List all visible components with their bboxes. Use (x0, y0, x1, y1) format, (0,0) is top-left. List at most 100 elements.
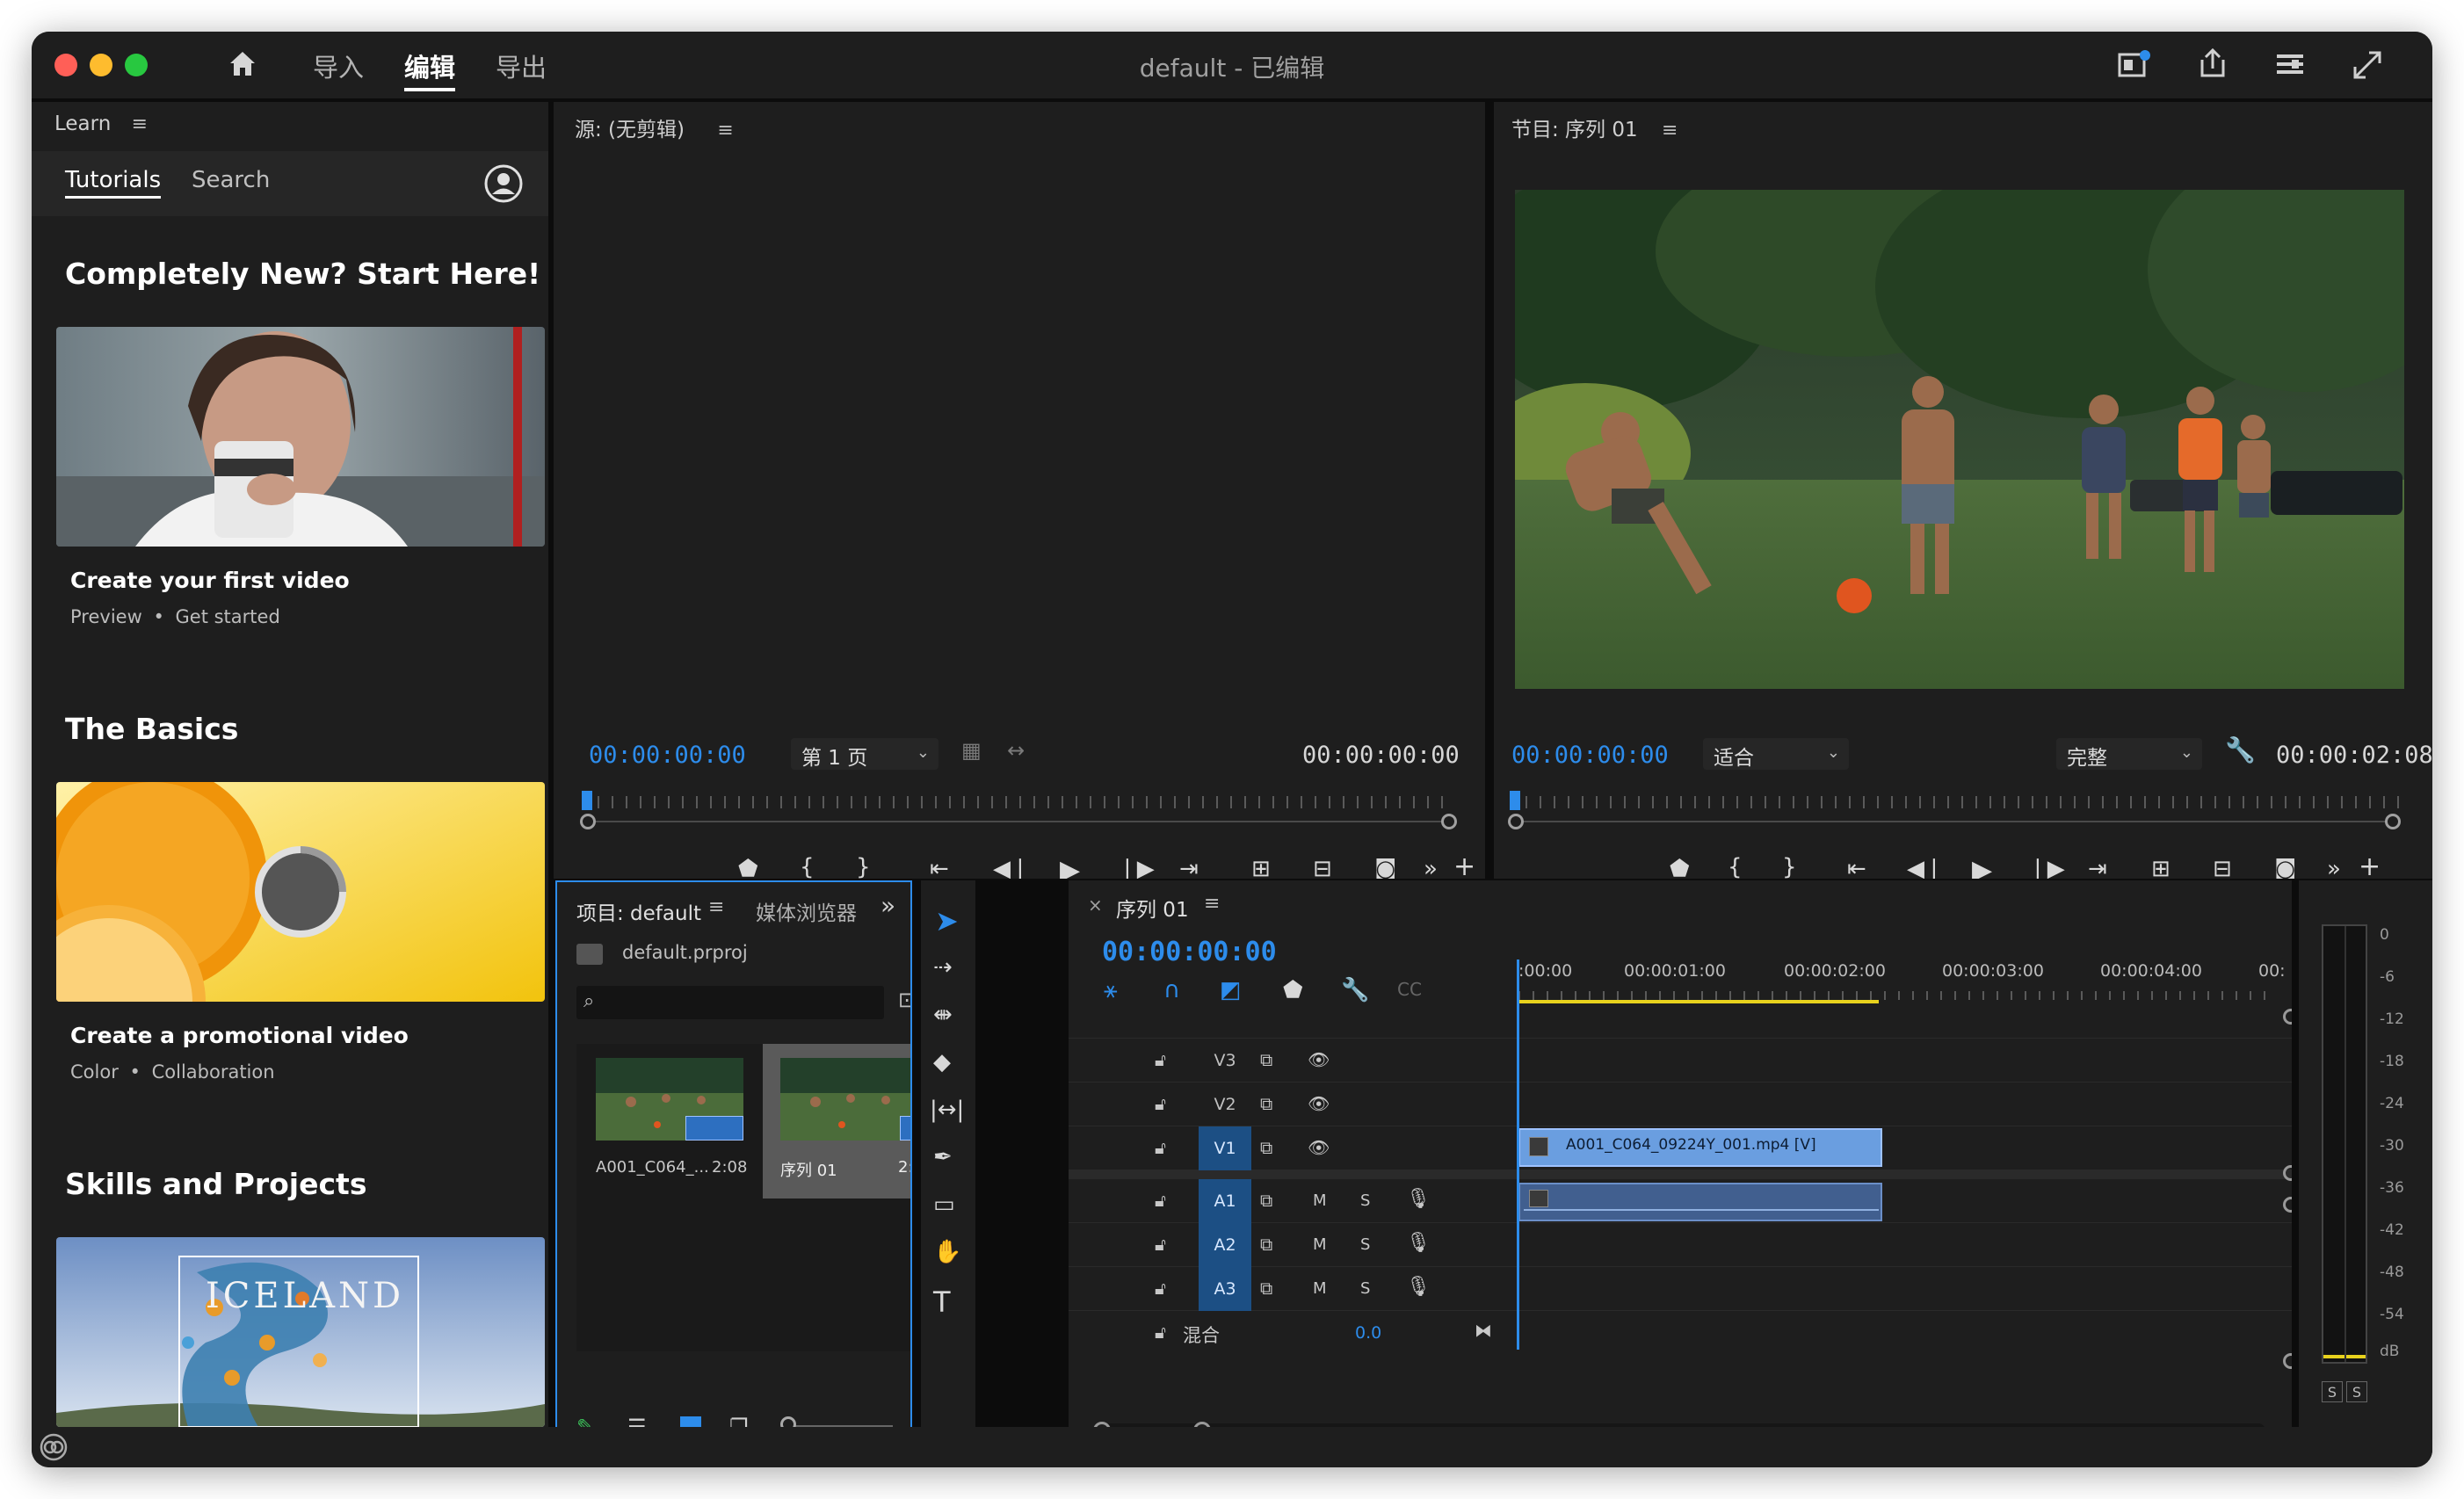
go-to-in-icon[interactable]: ⇤ (1847, 858, 1866, 879)
sync-lock-icon[interactable]: ⧉ (1260, 1278, 1272, 1299)
tab-tutorials[interactable]: Tutorials (65, 167, 162, 199)
button-editor-icon[interactable]: + (1453, 854, 1475, 880)
panel-menu-icon[interactable]: ≡ (1204, 893, 1220, 915)
panel-menu-icon[interactable]: ≡ (132, 113, 148, 135)
mix-value[interactable]: 0.0 (1355, 1323, 1381, 1343)
more-controls-icon[interactable]: » (1424, 858, 1438, 879)
captions-icon[interactable]: CC (1397, 981, 1422, 998)
program-zoom-handle-right[interactable] (2385, 814, 2401, 829)
more-controls-icon[interactable]: » (2327, 858, 2341, 879)
step-back-icon[interactable]: ◀❘ (993, 858, 1030, 879)
hand-tool-icon[interactable]: ✋ (933, 1241, 961, 1264)
eye-icon[interactable]: 👁︎ (1308, 1093, 1330, 1114)
mute-button[interactable]: M (1313, 1235, 1327, 1254)
track-target-a1[interactable]: A1 (1199, 1179, 1251, 1223)
extract-icon[interactable]: ⊟ (2213, 858, 2232, 879)
export-frame-icon[interactable]: ◙ (1374, 858, 1396, 879)
tab-sequence[interactable]: 序列 01 (1116, 893, 1189, 923)
mark-out-icon[interactable]: } (1782, 856, 1797, 879)
type-tool-icon[interactable]: T (933, 1288, 951, 1316)
drag-audio-icon[interactable]: ↔ (1007, 740, 1025, 761)
mix-collapse-icon[interactable]: ⧓ (1475, 1320, 1492, 1341)
eye-icon[interactable]: 👁︎ (1308, 1137, 1330, 1158)
slip-tool-icon[interactable]: |↔| (930, 1098, 964, 1121)
selection-tool-icon[interactable]: ➤ (935, 907, 959, 935)
lock-icon[interactable]: 🔓︎ (1155, 1322, 1166, 1343)
timeline-settings-icon[interactable]: 🔧 (1341, 979, 1369, 1002)
timeline-timecode[interactable]: 00:00:00:00 (1102, 937, 1277, 967)
source-timecode-in[interactable]: 00:00:00:00 (589, 742, 746, 769)
track-select-icon[interactable]: ⇢ (933, 956, 953, 979)
tab-project[interactable]: 项目: default (576, 896, 701, 926)
solo-button[interactable]: S (1360, 1235, 1370, 1254)
lift-icon[interactable]: ⊞ (2151, 858, 2170, 879)
lock-icon[interactable]: 🔓︎ (1155, 1049, 1166, 1070)
mute-button[interactable]: M (1313, 1279, 1327, 1298)
video-audio-divider[interactable] (1069, 1170, 2292, 1179)
panel-menu-icon[interactable]: ≡ (1662, 119, 1678, 141)
panel-menu-icon[interactable]: ≡ (717, 119, 733, 141)
project-item-clip[interactable]: A001_C064_... 2:08 (576, 1044, 763, 1198)
marker-icon[interactable]: ⬟ (738, 858, 758, 879)
step-forward-icon[interactable]: ❘▶ (2028, 858, 2065, 879)
filmstrip-icon[interactable]: ▦ (961, 740, 982, 761)
quick-actions-icon[interactable] (2116, 49, 2151, 81)
source-zoom-handle-right[interactable] (1441, 814, 1457, 829)
video-clip[interactable]: A001_C064_09224Y_001.mp4 [V] (1518, 1128, 1882, 1167)
play-icon[interactable]: ▶ (1972, 858, 1992, 880)
work-area-bar[interactable] (1518, 1000, 1879, 1003)
program-fit-dropdown[interactable]: 适合 ⌄ (1703, 738, 1849, 770)
source-zoom-bar[interactable] (583, 821, 1453, 822)
mute-button[interactable]: M (1313, 1191, 1327, 1210)
pen-tool-icon[interactable]: ✒ (933, 1146, 953, 1169)
track-target-v3[interactable]: V3 (1199, 1046, 1251, 1075)
sync-lock-icon[interactable]: ⧉ (1260, 1093, 1272, 1114)
microphone-icon[interactable]: 🎙︎ (1406, 1276, 1431, 1298)
add-marker-icon[interactable]: ⬟ (1283, 979, 1303, 1002)
go-to-in-icon[interactable]: ⇤ (930, 858, 949, 879)
mark-out-icon[interactable]: } (856, 856, 871, 879)
go-to-out-icon[interactable]: ⇥ (2088, 858, 2107, 879)
microphone-icon[interactable]: 🎙︎ (1406, 1188, 1431, 1210)
project-item-sequence[interactable]: 序列 01 2:08 (763, 1044, 910, 1198)
nest-toggle-icon[interactable]: ⚹ (1104, 979, 1118, 1002)
more-panels-icon[interactable]: » (881, 891, 895, 920)
ripple-edit-icon[interactable]: ⇼ (933, 1003, 953, 1026)
sync-lock-icon[interactable]: ⧉ (1260, 1190, 1272, 1211)
track-target-a3[interactable]: A3 (1199, 1267, 1251, 1311)
tutorial-thumbnail-iceland[interactable]: ICELAND (56, 1237, 545, 1427)
source-playhead[interactable] (582, 791, 592, 810)
track-target-v2[interactable]: V2 (1199, 1090, 1251, 1119)
program-playhead[interactable] (1510, 791, 1520, 810)
card-title-promo-video[interactable]: Create a promotional video (70, 1023, 409, 1048)
wrench-icon[interactable]: 🔧 (2225, 738, 2256, 763)
tutorial-thumbnail-first-video[interactable] (56, 327, 545, 547)
a-scroll-handle-bottom[interactable] (2283, 1353, 2292, 1369)
tab-search[interactable]: Search (192, 167, 270, 193)
account-icon[interactable] (483, 163, 524, 204)
step-forward-icon[interactable]: ❘▶ (1118, 858, 1155, 879)
tutorial-thumbnail-promo-video[interactable] (56, 782, 545, 1002)
rectangle-tool-icon[interactable]: ▭ (933, 1193, 955, 1216)
card-title-first-video[interactable]: Create your first video (70, 568, 350, 593)
go-to-out-icon[interactable]: ⇥ (1179, 858, 1199, 879)
eye-icon[interactable]: 👁︎ (1308, 1049, 1330, 1070)
solo-left-button[interactable]: S (2322, 1381, 2343, 1402)
new-bin-icon[interactable]: ⊡ (898, 988, 910, 1012)
solo-right-button[interactable]: S (2346, 1381, 2367, 1402)
project-search-input[interactable]: ⌕ (576, 986, 884, 1019)
share-icon[interactable] (2195, 46, 2230, 81)
source-zoom-handle-left[interactable] (580, 814, 596, 829)
workspaces-icon[interactable] (2272, 47, 2308, 83)
export-frame-icon[interactable]: ◙ (2274, 858, 2296, 879)
solo-button[interactable]: S (1360, 1279, 1370, 1298)
lock-icon[interactable]: 🔓︎ (1155, 1137, 1166, 1158)
program-zoom-handle-left[interactable] (1508, 814, 1524, 829)
close-tab-icon[interactable]: × (1088, 894, 1103, 916)
button-editor-icon[interactable]: + (2359, 854, 2381, 880)
overwrite-icon[interactable]: ⊟ (1313, 858, 1332, 879)
step-back-icon[interactable]: ◀❘ (1907, 858, 1944, 879)
mark-in-icon[interactable]: { (1728, 856, 1743, 879)
linked-selection-icon[interactable]: ◩ (1220, 979, 1242, 1002)
marker-icon[interactable]: ⬟ (1670, 858, 1690, 879)
